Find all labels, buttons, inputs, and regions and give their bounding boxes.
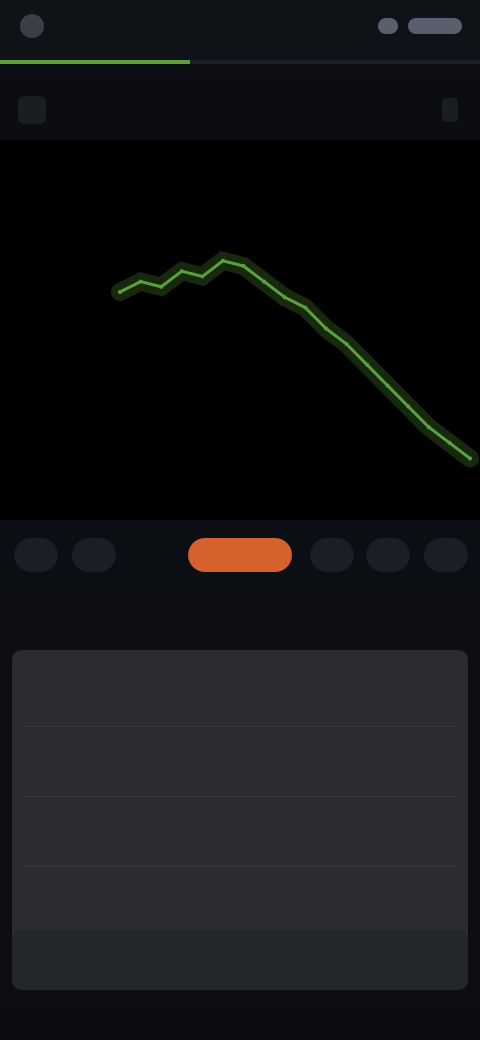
data-point <box>406 404 411 409</box>
timeframe-button[interactable] <box>310 538 354 572</box>
menu-icon[interactable] <box>442 98 458 122</box>
detail-row[interactable] <box>12 660 468 720</box>
data-point <box>220 258 225 263</box>
price-chart[interactable] <box>0 140 480 520</box>
data-point <box>200 274 205 279</box>
timeframe-button[interactable] <box>14 538 58 572</box>
signal-icon <box>378 18 398 34</box>
data-point <box>138 279 143 284</box>
timeframe-button-active[interactable] <box>188 538 292 572</box>
detail-row[interactable] <box>12 870 468 930</box>
data-point <box>468 456 472 461</box>
status-bar <box>0 0 480 60</box>
app-icon <box>20 14 44 38</box>
timeframe-selector <box>0 520 480 592</box>
data-point <box>447 440 452 445</box>
data-point <box>118 290 122 294</box>
battery-icon <box>408 18 462 34</box>
data-point <box>344 342 349 346</box>
data-point <box>426 425 431 430</box>
timeframe-button[interactable] <box>72 538 116 572</box>
divider <box>24 726 456 727</box>
status-right <box>378 18 462 34</box>
status-left <box>20 14 52 38</box>
bottom-bar <box>0 1010 480 1040</box>
detail-row[interactable] <box>12 730 468 790</box>
data-point <box>262 279 267 284</box>
app-header <box>0 80 480 138</box>
timeframe-button[interactable] <box>366 538 410 572</box>
data-point <box>323 326 328 331</box>
data-point <box>385 383 390 388</box>
divider <box>24 866 456 867</box>
back-icon[interactable] <box>18 96 46 124</box>
load-progress-fill <box>0 60 190 64</box>
data-point <box>241 264 246 268</box>
series-line <box>119 259 471 460</box>
timeframe-button[interactable] <box>424 538 468 572</box>
data-point <box>365 362 370 367</box>
chart-canvas <box>111 251 479 468</box>
data-point <box>179 269 184 274</box>
data-point <box>282 295 287 300</box>
divider <box>24 796 456 797</box>
load-progress <box>0 60 480 64</box>
series-glow <box>111 251 479 468</box>
data-point <box>159 284 164 289</box>
primary-action-button[interactable] <box>12 930 468 990</box>
data-point <box>303 305 308 310</box>
detail-row[interactable] <box>12 800 468 860</box>
details-panel <box>12 650 468 950</box>
